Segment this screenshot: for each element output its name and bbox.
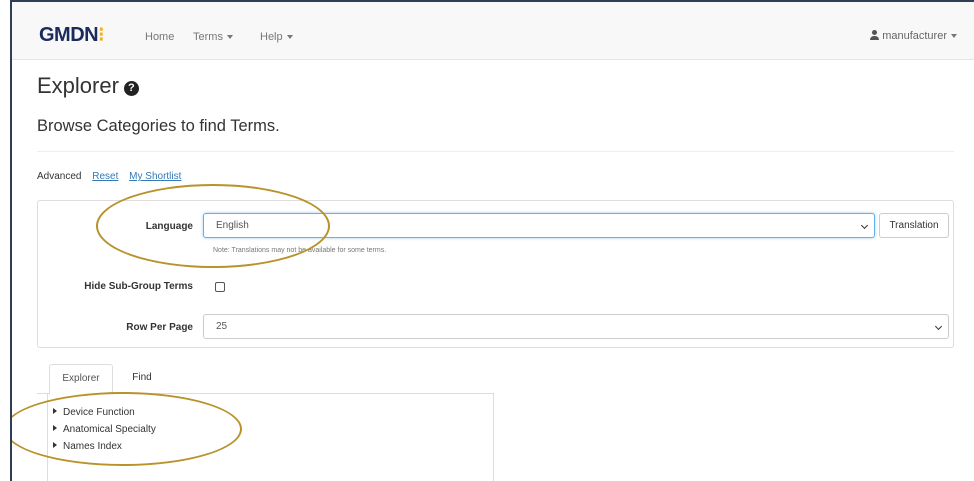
app-window: GMDN⁝ Home Terms Help manufacturer Explo… bbox=[10, 0, 974, 481]
language-label: Language bbox=[145, 221, 193, 232]
caret-down-icon bbox=[951, 34, 957, 39]
rows-per-page-select[interactable]: 25 bbox=[203, 314, 949, 339]
nav-terms-dropdown[interactable]: Terms bbox=[193, 31, 233, 43]
triangle-right-icon bbox=[53, 425, 57, 431]
category-tree: Device Function Anatomical Specialty Nam… bbox=[47, 393, 494, 481]
translation-note: Note: Translations may not be available … bbox=[213, 247, 387, 254]
advanced-link[interactable]: Advanced bbox=[37, 171, 81, 182]
tree-item-names-index[interactable]: Names Index bbox=[53, 441, 122, 452]
reset-link[interactable]: Reset bbox=[92, 171, 118, 182]
caret-down-icon bbox=[286, 35, 293, 40]
tab-explorer[interactable]: Explorer bbox=[49, 364, 113, 395]
divider bbox=[37, 151, 954, 152]
help-icon[interactable]: ? bbox=[123, 81, 139, 96]
triangle-right-icon bbox=[53, 442, 57, 448]
action-links: Advanced Reset My Shortlist bbox=[37, 171, 189, 182]
tab-find[interactable]: Find bbox=[117, 364, 167, 394]
tree-item-device-function[interactable]: Device Function bbox=[53, 407, 135, 418]
hide-subgroup-label: Hide Sub-Group Terms bbox=[84, 281, 193, 292]
page-subtitle: Browse Categories to find Terms. bbox=[37, 117, 280, 135]
tree-item-anatomical-specialty[interactable]: Anatomical Specialty bbox=[53, 424, 156, 435]
nav-help-dropdown[interactable]: Help bbox=[260, 31, 293, 43]
triangle-right-icon bbox=[53, 408, 57, 414]
chevron-down-icon bbox=[860, 221, 869, 230]
translation-button[interactable]: Translation bbox=[879, 213, 949, 238]
brand-logo[interactable]: GMDN⁝ bbox=[39, 22, 104, 47]
chevron-down-icon bbox=[934, 322, 943, 331]
language-select[interactable]: English bbox=[203, 213, 875, 238]
my-shortlist-link[interactable]: My Shortlist bbox=[129, 171, 181, 182]
caret-down-icon bbox=[226, 35, 233, 40]
user-icon bbox=[870, 30, 880, 40]
hide-subgroup-checkbox[interactable] bbox=[215, 282, 225, 292]
rows-per-page-label: Row Per Page bbox=[126, 322, 193, 333]
navbar: GMDN⁝ Home Terms Help manufacturer bbox=[12, 2, 974, 60]
page-title: Explorer? bbox=[37, 73, 139, 99]
tab-bar: Explorer Find bbox=[37, 364, 494, 395]
user-menu[interactable]: manufacturer bbox=[870, 30, 957, 42]
filter-panel: Language English Translation Note: Trans… bbox=[37, 200, 954, 348]
nav-home[interactable]: Home bbox=[145, 31, 174, 43]
